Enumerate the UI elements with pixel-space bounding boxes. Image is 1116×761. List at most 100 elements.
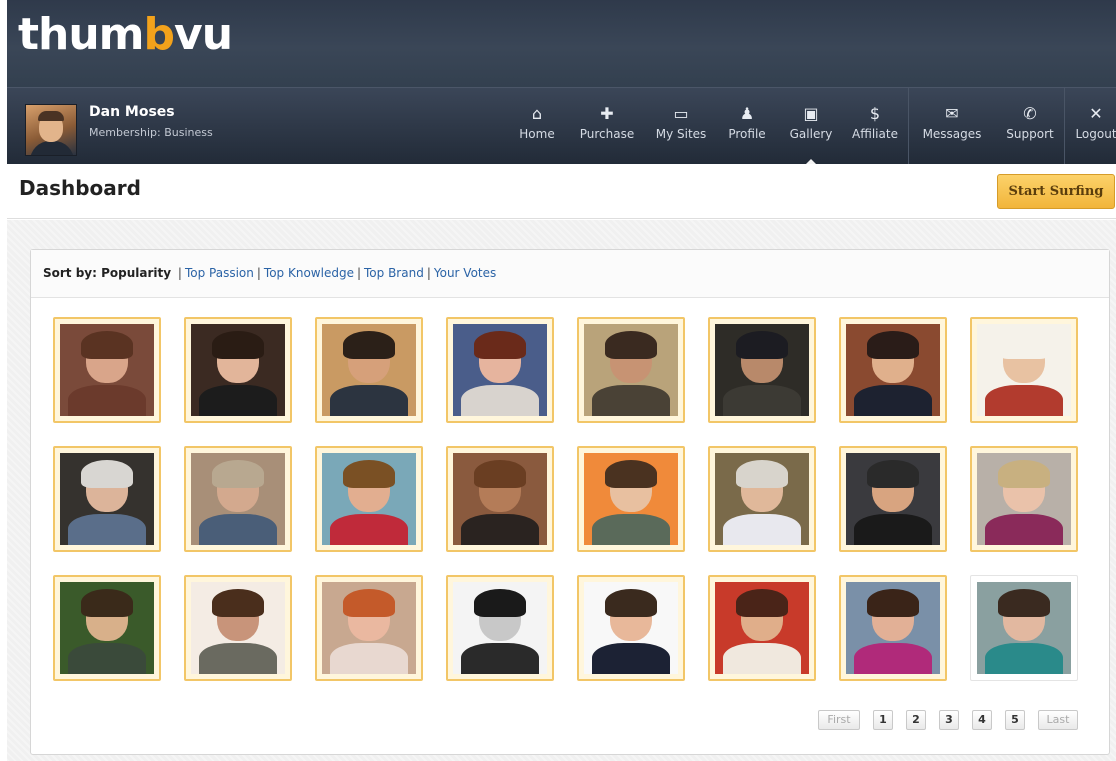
profile-photo <box>846 582 940 674</box>
pagination-page-5[interactable]: 5 <box>1005 710 1025 730</box>
gallery-thumbnail[interactable] <box>53 317 161 423</box>
sort-separator: | <box>356 266 361 280</box>
profile-photo <box>977 324 1071 416</box>
phone-icon: ✆ <box>1023 104 1037 123</box>
nav-item-support[interactable]: ✆ Support <box>1000 102 1060 152</box>
profile-photo <box>453 453 547 545</box>
nav-item-label: My Sites <box>655 127 707 141</box>
gallery-thumbnail[interactable] <box>970 575 1078 681</box>
gallery-thumbnail[interactable] <box>446 575 554 681</box>
nav-item-label: Gallery <box>789 127 833 141</box>
monitor-icon: ▭ <box>673 104 689 123</box>
gallery-thumbnail[interactable] <box>184 317 292 423</box>
sort-link-your-votes[interactable]: Your Votes <box>434 266 496 280</box>
pagination-page-2[interactable]: 2 <box>906 710 926 730</box>
profile-photo <box>60 324 154 416</box>
sort-separator: | <box>426 266 431 280</box>
sort-link-top-knowledge[interactable]: Top Knowledge <box>264 266 354 280</box>
nav-item-label: Purchase <box>579 127 635 141</box>
profile-photo <box>60 453 154 545</box>
nav-item-label: Support <box>1006 127 1054 141</box>
nav-divider <box>1064 88 1065 165</box>
gallery-panel: Sort by: Popularity | Top Passion | Top Kno… <box>30 249 1110 755</box>
profile-photo <box>191 324 285 416</box>
gallery-thumbnail[interactable] <box>446 446 554 552</box>
gallery-thumbnail[interactable] <box>708 575 816 681</box>
nav-item-messages[interactable]: ✉ Messages <box>917 102 987 152</box>
pagination-first[interactable]: First <box>818 710 860 730</box>
gallery-thumbnail[interactable] <box>315 575 423 681</box>
profile-photo <box>977 582 1071 674</box>
nav-item-my-sites[interactable]: ▭ My Sites <box>649 102 713 152</box>
logo-bar: thumbvu <box>7 0 1116 87</box>
nav-item-affiliate[interactable]: $ Affiliate <box>845 102 905 152</box>
profile-photo <box>191 453 285 545</box>
gallery-thumbnail[interactable] <box>708 317 816 423</box>
sort-link-top-passion[interactable]: Top Passion <box>185 266 254 280</box>
sort-link-top-brand[interactable]: Top Brand <box>364 266 424 280</box>
profile-photo <box>584 453 678 545</box>
gallery-thumbnail[interactable] <box>184 446 292 552</box>
profile-photo <box>322 324 416 416</box>
user-membership: Membership: Business <box>89 126 213 139</box>
gallery-thumbnail[interactable] <box>577 575 685 681</box>
profile-photo <box>715 324 809 416</box>
gallery-thumbnail[interactable] <box>577 317 685 423</box>
nav-item-gallery[interactable]: ▣ Gallery <box>783 102 839 166</box>
pagination-page-3[interactable]: 3 <box>939 710 959 730</box>
home-icon: ⌂ <box>531 104 543 123</box>
gallery-thumbnail[interactable] <box>53 575 161 681</box>
user-name: Dan Moses <box>89 104 175 120</box>
nav-item-purchase[interactable]: ✚ Purchase <box>572 102 642 152</box>
profile-photo <box>322 582 416 674</box>
nav-item-profile[interactable]: ♟ Profile <box>723 102 771 152</box>
profile-photo <box>584 324 678 416</box>
gallery-thumbnail[interactable] <box>315 446 423 552</box>
start-surfing-button[interactable]: Start Surfing <box>997 174 1115 209</box>
profile-photo <box>453 324 547 416</box>
profile-photo <box>191 582 285 674</box>
nav-item-label: Messages <box>922 127 982 141</box>
nav-item-label: Profile <box>728 127 766 141</box>
gallery-thumbnail[interactable] <box>839 446 947 552</box>
nav-divider <box>908 88 909 165</box>
pagination-page-4[interactable]: 4 <box>972 710 992 730</box>
gallery-thumbnail[interactable] <box>970 446 1078 552</box>
gallery-thumbnail[interactable] <box>577 446 685 552</box>
gallery-thumbnail[interactable] <box>53 446 161 552</box>
image-icon: ▣ <box>803 104 819 123</box>
sort-bar: Sort by: Popularity | Top Passion | Top Kno… <box>31 250 1109 298</box>
profile-photo <box>846 453 940 545</box>
profile-photo <box>453 582 547 674</box>
plus-icon: ✚ <box>600 104 614 123</box>
profile-photo <box>715 582 809 674</box>
sort-separator: | <box>256 266 261 280</box>
dashboard-header: Dashboard Start Surfing <box>7 164 1116 219</box>
sort-separator: | <box>177 266 182 280</box>
logo[interactable]: thumbvu <box>18 10 233 60</box>
nav-item-logout[interactable]: ✕ Logout <box>1071 102 1116 152</box>
gallery-thumbnail[interactable] <box>839 575 947 681</box>
profile-photo <box>584 582 678 674</box>
dollar-icon: $ <box>869 104 881 123</box>
profile-photo <box>60 582 154 674</box>
profile-photo <box>322 453 416 545</box>
nav-item-label: Logout <box>1075 127 1116 141</box>
pagination-last[interactable]: Last <box>1038 710 1078 730</box>
pagination-page-1[interactable]: 1 <box>873 710 893 730</box>
envelope-icon: ✉ <box>945 104 959 123</box>
gallery-thumbnail[interactable] <box>315 317 423 423</box>
profile-photo <box>846 324 940 416</box>
nav-item-home[interactable]: ⌂ Home <box>512 102 562 152</box>
gallery-thumbnail[interactable] <box>184 575 292 681</box>
user-avatar[interactable] <box>25 104 77 156</box>
gallery-thumbnail[interactable] <box>839 317 947 423</box>
nav-item-label: Affiliate <box>852 127 898 141</box>
nav-bar: Dan Moses Membership: Business ⌂ Home ✚ Pur… <box>7 87 1116 166</box>
page-title: Dashboard <box>19 176 141 200</box>
sort-label: Sort by: Popularity <box>43 266 172 280</box>
gallery-thumbnail[interactable] <box>708 446 816 552</box>
gallery-thumbnail[interactable] <box>446 317 554 423</box>
profile-photo <box>715 453 809 545</box>
gallery-thumbnail[interactable] <box>970 317 1078 423</box>
